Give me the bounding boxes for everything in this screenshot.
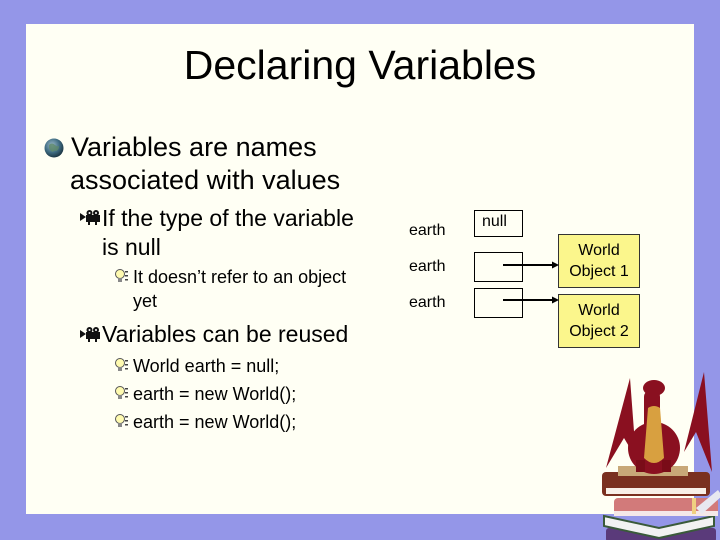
dragon (606, 372, 712, 474)
arrow-to-object-1 (503, 261, 559, 269)
dragon-on-books-image (602, 372, 720, 540)
arrow-to-object-2 (503, 296, 559, 304)
book-stack (602, 466, 720, 540)
